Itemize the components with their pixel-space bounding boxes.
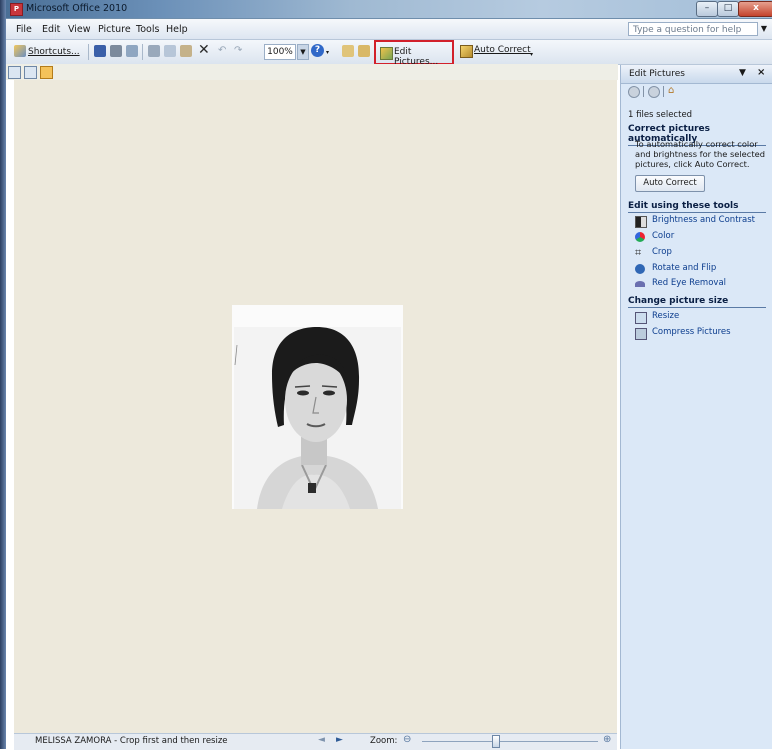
window-title: Microsoft Office 2010 xyxy=(26,3,128,14)
help-dropdown-arrow-icon[interactable]: ▼ xyxy=(758,22,770,36)
previous-picture-icon[interactable]: ◄ xyxy=(318,735,325,745)
task-pane-close-icon[interactable]: × xyxy=(757,67,765,78)
redo-icon[interactable]: ↷ xyxy=(234,45,242,56)
correct-description: To automatically correct color and brigh… xyxy=(635,139,765,169)
rotate-left-icon[interactable] xyxy=(342,45,354,57)
paste-icon[interactable] xyxy=(180,45,192,57)
home-icon[interactable]: ⌂ xyxy=(668,85,679,96)
maximize-button[interactable]: □ xyxy=(717,1,739,17)
filmstrip-view-icon[interactable] xyxy=(24,66,37,79)
help-icon[interactable]: ? xyxy=(311,44,324,57)
minimize-button[interactable]: – xyxy=(696,1,718,17)
shortcuts-icon[interactable] xyxy=(14,45,26,57)
email-icon[interactable] xyxy=(126,45,138,57)
portrait-photo[interactable] xyxy=(232,305,403,509)
toolbar-separator xyxy=(88,44,89,60)
edit-pictures-button[interactable]: Edit Pictures... xyxy=(374,40,454,67)
status-filename: MELISSA ZAMORA - Crop first and then res… xyxy=(35,736,228,746)
zoom-out-icon[interactable]: ⊖ xyxy=(403,734,411,745)
portrait-image xyxy=(232,305,403,509)
next-picture-icon[interactable]: ► xyxy=(336,735,343,745)
edit-pictures-icon xyxy=(380,47,393,60)
title-bar: P Microsoft Office 2010 – □ x xyxy=(6,0,772,19)
menu-file[interactable]: File xyxy=(16,24,32,35)
view-toolbar xyxy=(6,64,618,80)
brightness-icon xyxy=(635,216,647,228)
copy-icon[interactable] xyxy=(164,45,176,57)
zoom-in-icon[interactable]: ⊕ xyxy=(603,734,611,745)
section-picture-size: Change picture size xyxy=(628,296,766,308)
close-button[interactable]: x xyxy=(738,1,772,17)
status-bar: MELISSA ZAMORA - Crop first and then res… xyxy=(14,733,617,750)
crop-icon: ⌗ xyxy=(635,246,642,259)
toolbar-overflow-icon[interactable]: ▾ xyxy=(326,49,329,56)
menu-view[interactable]: View xyxy=(68,24,91,35)
task-pane-title: Edit Pictures xyxy=(629,69,685,79)
save-icon[interactable] xyxy=(94,45,106,57)
help-search-input[interactable]: Type a question for help xyxy=(628,22,758,36)
zoom-slider-thumb[interactable] xyxy=(491,735,500,748)
desktop-edge xyxy=(0,0,6,749)
office-app-icon[interactable]: P xyxy=(10,3,23,16)
back-icon[interactable] xyxy=(628,86,640,98)
zoom-slider-track[interactable] xyxy=(422,741,598,742)
resize-icon xyxy=(635,312,647,324)
auto-correct-toolbar-button[interactable]: Auto Correct xyxy=(474,45,531,55)
toolbar-overflow-icon[interactable]: ▾ xyxy=(530,51,533,58)
thumbnail-view-icon[interactable] xyxy=(8,66,21,79)
undo-icon[interactable]: ↶ xyxy=(218,45,226,56)
task-pane-menu-icon[interactable]: ▼ xyxy=(739,68,746,78)
forward-icon[interactable] xyxy=(648,86,660,98)
delete-icon[interactable]: ✕ xyxy=(198,42,210,58)
menu-edit[interactable]: Edit xyxy=(42,24,60,35)
nav-separator xyxy=(663,86,664,97)
zoom-label: Zoom: xyxy=(370,736,398,746)
auto-correct-icon[interactable] xyxy=(460,45,473,58)
rotate-right-icon[interactable] xyxy=(358,45,370,57)
files-selected-count: 1 files selected xyxy=(628,110,693,120)
section-edit-tools: Edit using these tools xyxy=(628,201,766,213)
task-pane-header: Edit Pictures ▼ × xyxy=(621,65,772,84)
menu-help[interactable]: Help xyxy=(166,24,188,35)
menu-picture[interactable]: Picture xyxy=(98,24,131,35)
red-eye-icon xyxy=(635,281,645,287)
auto-correct-button[interactable]: Auto Correct xyxy=(635,175,705,192)
zoom-combo[interactable]: 100% xyxy=(264,44,296,60)
toolbar-separator xyxy=(142,44,143,60)
menu-bar: File Edit View Picture Tools Help Type a… xyxy=(6,19,772,40)
print-icon[interactable] xyxy=(110,45,122,57)
compress-icon xyxy=(635,328,647,340)
shortcuts-button[interactable]: Shortcuts... xyxy=(28,45,80,59)
zoom-dropdown-icon[interactable]: ▼ xyxy=(297,44,309,60)
edit-pictures-task-pane: Edit Pictures ▼ × ⌂ 1 files selected Cor… xyxy=(620,65,772,749)
nav-separator xyxy=(643,86,644,97)
rotate-icon xyxy=(635,264,645,274)
menu-tools[interactable]: Tools xyxy=(136,24,159,35)
cut-icon[interactable] xyxy=(148,45,160,57)
single-picture-view-icon[interactable] xyxy=(40,66,53,79)
color-wheel-icon xyxy=(635,232,645,242)
